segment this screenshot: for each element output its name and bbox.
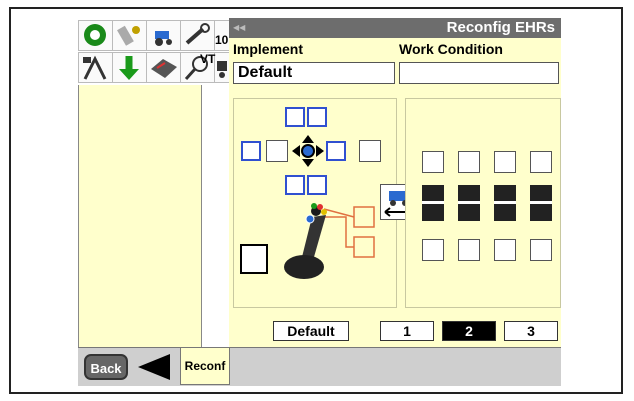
remote-icon[interactable] — [112, 20, 147, 51]
implement-field[interactable]: Default — [233, 62, 395, 84]
page-2-button[interactable]: 2 — [442, 321, 496, 341]
tractor-icon[interactable] — [146, 20, 181, 51]
panel-divider — [201, 85, 231, 347]
icon-toolbar: 10 VT — [78, 18, 230, 85]
wrench-icon[interactable] — [180, 20, 215, 51]
direction-pad-icon[interactable] — [292, 135, 324, 167]
left-panel — [78, 85, 202, 347]
ehr-slot-right[interactable] — [326, 141, 346, 161]
bottom-bar: Back Reconf — [78, 347, 561, 386]
work-condition-label: Work Condition — [399, 41, 503, 57]
ehr-slot-top-left[interactable] — [285, 107, 305, 127]
joystick-icon[interactable] — [284, 197, 384, 287]
ehr-4-top-icon[interactable] — [530, 151, 552, 173]
ehr-3-bottom-icon[interactable] — [494, 239, 516, 261]
ehr-slot-top-right[interactable] — [307, 107, 327, 127]
page-3-button[interactable]: 3 — [504, 321, 558, 341]
ehr-2-top-icon[interactable] — [458, 151, 480, 173]
ehr-3-cylinder-icon — [494, 185, 516, 221]
ehr-panel — [405, 98, 561, 308]
ehr-1-top-icon[interactable] — [422, 151, 444, 173]
antenna-icon[interactable] — [78, 52, 113, 83]
ehr-4-bottom-icon[interactable] — [530, 239, 552, 261]
title-bar-marker-icon: ◀◀ — [233, 23, 246, 32]
implement-label: Implement — [233, 41, 304, 57]
page-title: Reconfig EHRs — [446, 19, 555, 36]
ehr-empty-left[interactable] — [266, 140, 288, 162]
default-button[interactable]: Default — [273, 321, 349, 341]
tab-reconf[interactable]: Reconf — [180, 348, 230, 385]
ehr-1-cylinder-icon — [422, 185, 444, 221]
gauge-10-icon[interactable]: 10 — [214, 20, 230, 51]
status-box-icon[interactable] — [240, 244, 268, 274]
ehr-2-bottom-icon[interactable] — [458, 239, 480, 261]
ehr-empty-right[interactable] — [359, 140, 381, 162]
book-icon[interactable] — [146, 52, 181, 83]
tractor-small-icon[interactable] — [214, 52, 230, 83]
download-arrow-icon[interactable] — [112, 52, 147, 83]
ehr-slot-bottom-right[interactable] — [307, 175, 327, 195]
ehr-slot-left[interactable] — [241, 141, 261, 161]
work-condition-field[interactable] — [399, 62, 559, 84]
ehr-4-cylinder-icon — [530, 185, 552, 221]
joystick-config-panel — [233, 98, 397, 308]
title-bar: ◀◀ Reconfig EHRs — [229, 18, 561, 38]
ehr-1-bottom-icon[interactable] — [422, 239, 444, 261]
gear-icon[interactable] — [78, 20, 113, 51]
ehr-3-top-icon[interactable] — [494, 151, 516, 173]
ehr-slot-bottom-left[interactable] — [285, 175, 305, 195]
ehr-2-cylinder-icon — [458, 185, 480, 221]
main-area: Implement Default Work Condition Default… — [229, 38, 561, 347]
back-button[interactable]: Back — [84, 354, 128, 380]
page-1-button[interactable]: 1 — [380, 321, 434, 341]
gauge-10-label: 10 — [215, 33, 229, 47]
vt-label: VT — [200, 52, 216, 66]
back-arrow-icon[interactable] — [136, 352, 172, 382]
